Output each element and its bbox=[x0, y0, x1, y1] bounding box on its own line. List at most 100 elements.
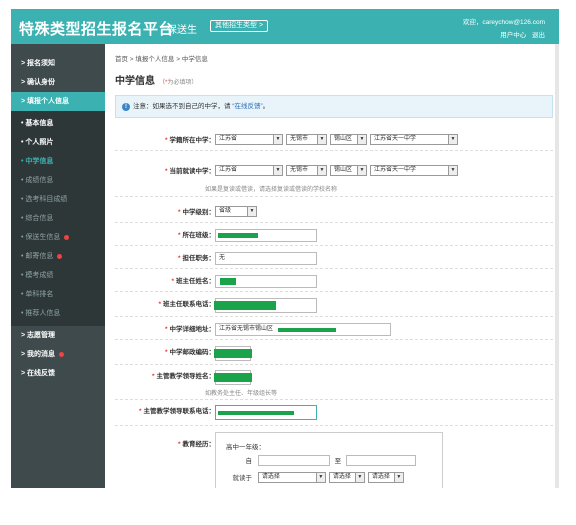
app-window: 特殊类型招生报名平台 保送生 其他招生类型 > 欢迎，careychow@126… bbox=[11, 9, 559, 488]
breadcrumb: 首页 > 填报个人信息 > 中学信息 bbox=[115, 56, 208, 63]
address-input[interactable]: 江苏省无锡市锡山区 bbox=[215, 323, 391, 336]
info-icon: ! bbox=[122, 103, 130, 111]
divider bbox=[115, 268, 553, 269]
school-location-label: * 学籍所在中学： bbox=[164, 137, 215, 144]
sub-mock-scores[interactable]: • 模考成绩 bbox=[11, 266, 105, 285]
sub-general-info[interactable]: • 综合信息 bbox=[11, 209, 105, 228]
redacted-value bbox=[278, 328, 336, 332]
notice-banner: ! 注意：如果选不到自己的中学，请 “在线反馈”。 bbox=[115, 95, 553, 118]
main-content: 首页 > 填报个人信息 > 中学信息 中学信息 （*为必填项） ! 注意：如果选不到… bbox=[105, 44, 559, 488]
chevron-down-icon: ▼ bbox=[317, 166, 326, 175]
duty-label: * 担任职务： bbox=[177, 255, 215, 262]
class-input[interactable] bbox=[215, 229, 317, 242]
edu-province-select[interactable]: 请选择 ▼ bbox=[257, 472, 326, 483]
district-select[interactable]: 锡山区 ▼ bbox=[330, 134, 367, 145]
chevron-down-icon: ▼ bbox=[247, 207, 256, 216]
scrollbar[interactable] bbox=[555, 44, 559, 488]
divider bbox=[115, 364, 553, 365]
leader-name-hint: 如教务处主任、年级组长等 bbox=[205, 391, 278, 397]
current-city-select[interactable]: 无锡市 ▼ bbox=[286, 165, 327, 176]
head-teacher-label: * 班主任姓名： bbox=[171, 278, 215, 285]
other-type-button[interactable]: 其他招生类型 > bbox=[210, 20, 269, 32]
chevron-down-icon: ▼ bbox=[315, 473, 325, 482]
sub-basic-info[interactable]: • 基本信息 bbox=[11, 114, 105, 133]
logout-link[interactable]: 退出 bbox=[532, 32, 545, 39]
edu-school-row: 就读于 请选择 ▼ 请选择 ▼ 请选择 ▼ bbox=[226, 472, 407, 483]
province-select[interactable]: 江苏省 ▼ bbox=[215, 134, 283, 145]
leader-phone-label: * 主管教学领导联系电话： bbox=[138, 408, 215, 415]
leader-name-input[interactable] bbox=[214, 370, 252, 385]
divider bbox=[115, 316, 553, 317]
head-teacher-phone-input[interactable] bbox=[214, 298, 317, 313]
chevron-down-icon: ▼ bbox=[354, 473, 364, 482]
redacted-value bbox=[214, 349, 252, 358]
alert-dot-icon bbox=[59, 351, 65, 357]
divider bbox=[115, 245, 553, 246]
current-school-select[interactable]: 江苏省天一中学 ▼ bbox=[370, 165, 458, 176]
nav-personal-info[interactable]: > 填报个人信息 bbox=[11, 92, 105, 111]
school-level-label: * 中学级别： bbox=[177, 209, 215, 216]
sub-recommend-info[interactable]: • 保送生信息 bbox=[11, 228, 105, 247]
redacted-value bbox=[218, 233, 258, 238]
user-links: 用户中心 退出 bbox=[496, 29, 545, 39]
sub-subject-rank[interactable]: • 单科排名 bbox=[11, 285, 105, 304]
divider bbox=[115, 291, 553, 292]
address-label: * 中学详细地址： bbox=[164, 326, 215, 333]
edu-end-input[interactable] bbox=[345, 455, 416, 466]
chevron-down-icon: ▼ bbox=[317, 135, 326, 144]
nav-feedback[interactable]: > 在线反馈 bbox=[11, 364, 105, 383]
nav-confirm-identity[interactable]: > 确认身份 bbox=[11, 73, 105, 92]
sub-mail-info[interactable]: • 邮寄信息 bbox=[11, 247, 105, 266]
current-province-select[interactable]: 江苏省 ▼ bbox=[215, 165, 283, 176]
class-label: * 所在班级： bbox=[177, 232, 215, 239]
nav-volunteer[interactable]: > 志愿管理 bbox=[11, 326, 105, 345]
alert-dot-icon bbox=[64, 234, 70, 240]
current-school-label: * 当前就读中学： bbox=[164, 168, 215, 175]
head-teacher-phone-label: * 班主任联系电话： bbox=[158, 301, 215, 308]
leader-phone-input[interactable] bbox=[215, 405, 317, 420]
divider bbox=[115, 150, 553, 151]
divider bbox=[115, 339, 553, 340]
feedback-link[interactable]: “在线反馈” bbox=[232, 103, 262, 110]
sub-school-info[interactable]: • 中学信息 bbox=[11, 152, 105, 171]
redacted-value bbox=[214, 301, 276, 310]
school-select[interactable]: 江苏省天一中学 ▼ bbox=[370, 134, 458, 145]
top-header: 特殊类型招生报名平台 保送生 其他招生类型 > 欢迎，careychow@126… bbox=[11, 9, 559, 44]
personal-info-submenu: • 基本信息 • 个人照片 • 中学信息 • 成绩信息 • 选考科目成绩 • 综… bbox=[11, 111, 105, 326]
sub-referee-info[interactable]: • 推荐人信息 bbox=[11, 304, 105, 323]
redacted-value bbox=[214, 373, 252, 382]
sub-photo[interactable]: • 个人照片 bbox=[11, 133, 105, 152]
chevron-down-icon: ▼ bbox=[273, 166, 282, 175]
edu-start-input[interactable] bbox=[257, 455, 330, 466]
sub-elective-scores[interactable]: • 选考科目成绩 bbox=[11, 190, 105, 209]
redacted-value bbox=[218, 411, 294, 415]
duty-input[interactable]: 无 bbox=[215, 252, 317, 265]
nav-messages[interactable]: > 我的消息 bbox=[11, 345, 105, 364]
platform-title: 特殊类型招生报名平台 bbox=[19, 21, 175, 38]
edu-grade-label: 高中一年级： bbox=[226, 444, 265, 451]
education-box: 高中一年级： 自 至 就读于 请选择 ▼ 请选择 ▼ 请选择 ▼ bbox=[215, 432, 443, 488]
required-note: （*为必填项） bbox=[159, 80, 198, 86]
nav-apply-notice[interactable]: > 报名须知 bbox=[11, 54, 105, 73]
chevron-down-icon: ▼ bbox=[273, 135, 282, 144]
edu-city-select[interactable]: 请选择 ▼ bbox=[328, 472, 365, 483]
postcode-input[interactable] bbox=[214, 346, 252, 361]
leader-name-label: * 主管教学领导姓名： bbox=[151, 373, 215, 380]
user-center-link[interactable]: 用户中心 bbox=[500, 32, 526, 39]
chevron-down-icon: ▼ bbox=[357, 166, 366, 175]
current-district-select[interactable]: 锡山区 ▼ bbox=[330, 165, 367, 176]
education-label: * 教育经历： bbox=[177, 441, 215, 448]
postcode-label: * 中学邮政编码： bbox=[164, 349, 215, 356]
welcome-text: 欢迎，careychow@126.com bbox=[462, 19, 545, 26]
chevron-down-icon: ▼ bbox=[357, 135, 366, 144]
city-select[interactable]: 无锡市 ▼ bbox=[286, 134, 327, 145]
redacted-value bbox=[220, 278, 236, 285]
edu-district-select[interactable]: 请选择 ▼ bbox=[367, 472, 404, 483]
sub-scores[interactable]: • 成绩信息 bbox=[11, 171, 105, 190]
head-teacher-input[interactable] bbox=[215, 275, 317, 288]
divider bbox=[115, 222, 553, 223]
chevron-down-icon: ▼ bbox=[448, 135, 457, 144]
school-level-select[interactable]: 省级 ▼ bbox=[215, 206, 257, 217]
divider bbox=[115, 425, 553, 426]
chevron-down-icon: ▼ bbox=[448, 166, 457, 175]
